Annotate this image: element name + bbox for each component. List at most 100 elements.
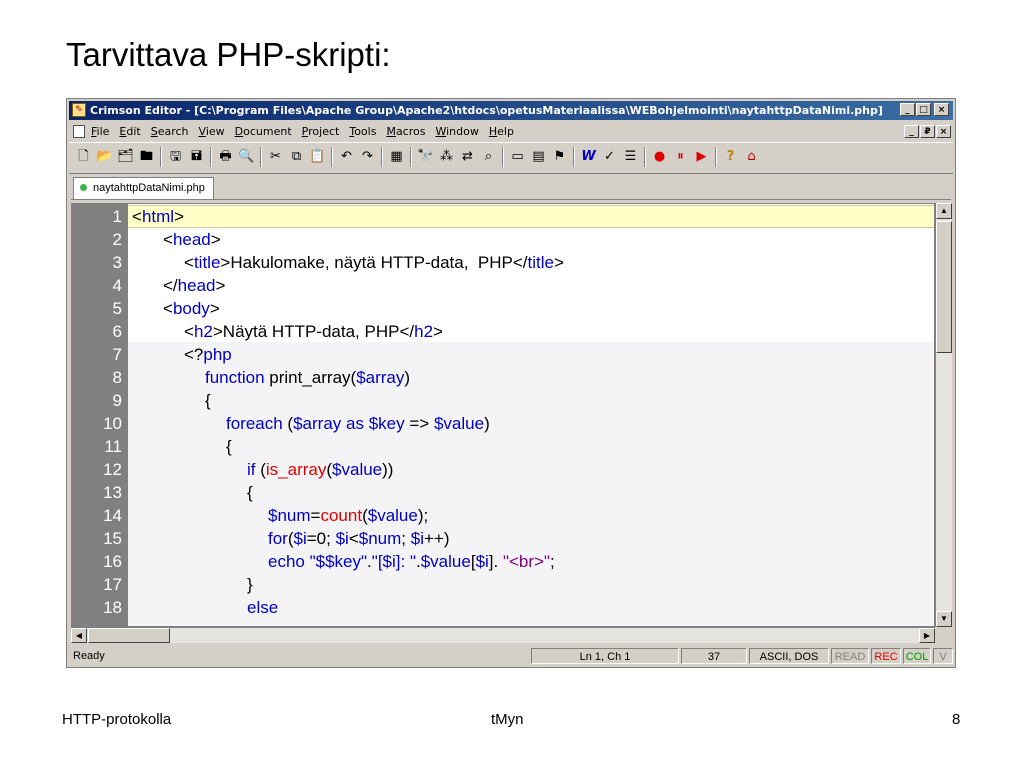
toolbar-separator: [715, 147, 717, 167]
close-button[interactable]: ×: [934, 103, 949, 116]
save-all-icon[interactable]: 🖬: [186, 147, 207, 167]
code-line[interactable]: 4 </head>: [72, 274, 934, 297]
scroll-left-icon[interactable]: ◀: [71, 628, 87, 643]
code-line[interactable]: 16 echo "$$key"."[$i]: ".$value[$i]. "<br…: [72, 550, 934, 573]
print-preview-icon[interactable]: 🔍: [236, 147, 257, 167]
code-text: else: [247, 596, 278, 619]
help-icon[interactable]: ?: [720, 147, 741, 167]
code-token: >: [215, 276, 226, 295]
code-token: body: [172, 299, 210, 318]
toggle-directory-icon[interactable]: ▤: [528, 147, 549, 167]
menu-project[interactable]: Project: [302, 122, 340, 141]
redo-icon[interactable]: ↷: [357, 147, 378, 167]
code-line[interactable]: 5 <body>: [72, 297, 934, 320]
status-position: Ln 1, Ch 1: [531, 648, 679, 664]
open-remote-icon[interactable]: 🖿: [136, 147, 157, 167]
code-token: $i: [475, 552, 489, 571]
menu-document[interactable]: Document: [235, 122, 292, 141]
vertical-scroll-thumb[interactable]: [936, 221, 952, 353]
code-line[interactable]: 17}: [72, 573, 934, 596]
code-token: "[$i]: ": [371, 552, 416, 571]
save-icon[interactable]: 🖫: [165, 147, 186, 167]
toggle-bookmark-icon[interactable]: ⚑: [549, 147, 570, 167]
scroll-up-icon[interactable]: ▲: [936, 203, 952, 219]
code-token: $num: [358, 529, 402, 548]
doc-restore-button[interactable]: ₽: [920, 125, 935, 138]
code-token: >Hakulomake, näytä HTTP-data, PHP</: [220, 253, 528, 272]
doc-close-button[interactable]: ×: [936, 125, 951, 138]
vertical-scrollbar[interactable]: ▲ ▼: [935, 203, 952, 627]
menu-window[interactable]: Window: [435, 122, 478, 141]
code-text: function print_array($array): [205, 366, 410, 389]
code-line[interactable]: 13 {: [72, 481, 934, 504]
window-titlebar[interactable]: ✎ Crimson Editor - [C:\Program Files\Apac…: [69, 101, 953, 120]
home-icon[interactable]: ⌂: [741, 147, 762, 167]
column-mode-icon[interactable]: ▦: [386, 147, 407, 167]
code-token: head: [172, 230, 211, 249]
line-number: 13: [103, 483, 122, 502]
pause-macro-icon[interactable]: ⏸: [670, 147, 691, 167]
code-token: ++): [423, 529, 450, 548]
menu-view[interactable]: View: [199, 122, 225, 141]
footer-center: tMyn: [491, 711, 524, 728]
find-in-files-icon[interactable]: ⌕: [478, 147, 499, 167]
editor-window: ✎ Crimson Editor - [C:\Program Files\Apac…: [66, 98, 956, 668]
undo-icon[interactable]: ↶: [336, 147, 357, 167]
scroll-right-icon[interactable]: ▶: [919, 628, 935, 643]
minimize-button[interactable]: _: [900, 103, 915, 116]
code-line[interactable]: 11 {: [72, 435, 934, 458]
code-line[interactable]: 6 <h2>Näytä HTTP-data, PHP</h2>: [72, 320, 934, 343]
play-macro-icon[interactable]: ▶: [691, 147, 712, 167]
code-line[interactable]: 10 foreach ($array as $key => $value): [72, 412, 934, 435]
code-line[interactable]: 18 else: [72, 596, 934, 619]
toolbar-separator: [210, 147, 212, 167]
code-token: head: [177, 276, 216, 295]
find-icon[interactable]: 🔭: [415, 147, 436, 167]
code-line[interactable]: 8 function print_array($array): [72, 366, 934, 389]
status-bar: Ready Ln 1, Ch 1 37 ASCII, DOS READ REC …: [69, 647, 953, 665]
code-token: =>: [404, 414, 434, 433]
horizontal-scrollbar[interactable]: ◀ ▶: [71, 627, 935, 643]
document-icon[interactable]: [73, 125, 85, 138]
code-line[interactable]: 12 if (is_array($value)): [72, 458, 934, 481]
code-text: <head>: [163, 228, 221, 251]
code-token: html: [141, 207, 175, 226]
menu-search[interactable]: Search: [151, 122, 189, 141]
doc-minimize-button[interactable]: _: [904, 125, 919, 138]
toggle-output-icon[interactable]: ▭: [507, 147, 528, 167]
code-token: <: [163, 299, 173, 318]
menu-file[interactable]: File: [91, 122, 109, 141]
code-line[interactable]: 9{: [72, 389, 934, 412]
code-line[interactable]: 14 $num=count($value);: [72, 504, 934, 527]
menu-macros[interactable]: Macros: [386, 122, 425, 141]
word-wrap-icon[interactable]: W: [578, 147, 599, 167]
tab-naytahttpdatanimi[interactable]: naytahttpDataNimi.php: [73, 177, 214, 199]
maximize-button[interactable]: □: [916, 103, 931, 116]
line-numbers-icon[interactable]: ☰: [620, 147, 641, 167]
code-line[interactable]: 1 <html>: [72, 205, 934, 228]
menu-help[interactable]: Help: [489, 122, 514, 141]
print-icon[interactable]: 🖶: [215, 147, 236, 167]
code-line[interactable]: 2 <head>: [72, 228, 934, 251]
crimson-editor-icon[interactable]: ✎: [72, 103, 86, 117]
menu-edit[interactable]: Edit: [119, 122, 140, 141]
open-project-icon[interactable]: 🗂: [115, 147, 136, 167]
code-line[interactable]: 7 <?php: [72, 343, 934, 366]
spell-check-icon[interactable]: ✓: [599, 147, 620, 167]
replace-icon[interactable]: ⇄: [457, 147, 478, 167]
code-editor[interactable]: 1 <html> 2 <head> 3 <title>Hakulomake, näytä …: [71, 203, 935, 627]
menu-tools[interactable]: Tools: [349, 122, 376, 141]
record-macro-icon[interactable]: ●: [649, 147, 670, 167]
horizontal-scroll-thumb[interactable]: [88, 628, 170, 643]
code-line[interactable]: 15 for($i=0; $i<$num; $i++): [72, 527, 934, 550]
open-file-icon[interactable]: 📂: [94, 147, 115, 167]
paste-icon[interactable]: 📋: [307, 147, 328, 167]
new-file-icon[interactable]: 🗋: [73, 147, 94, 167]
code-token: ].: [488, 552, 503, 571]
scroll-down-icon[interactable]: ▼: [936, 611, 952, 627]
toolbar-separator: [260, 147, 262, 167]
find-next-icon[interactable]: ⁂: [436, 147, 457, 167]
copy-icon[interactable]: ⧉: [286, 147, 307, 167]
code-line[interactable]: 3 <title>Hakulomake, näytä HTTP-data, PHP…: [72, 251, 934, 274]
cut-icon[interactable]: ✂: [265, 147, 286, 167]
